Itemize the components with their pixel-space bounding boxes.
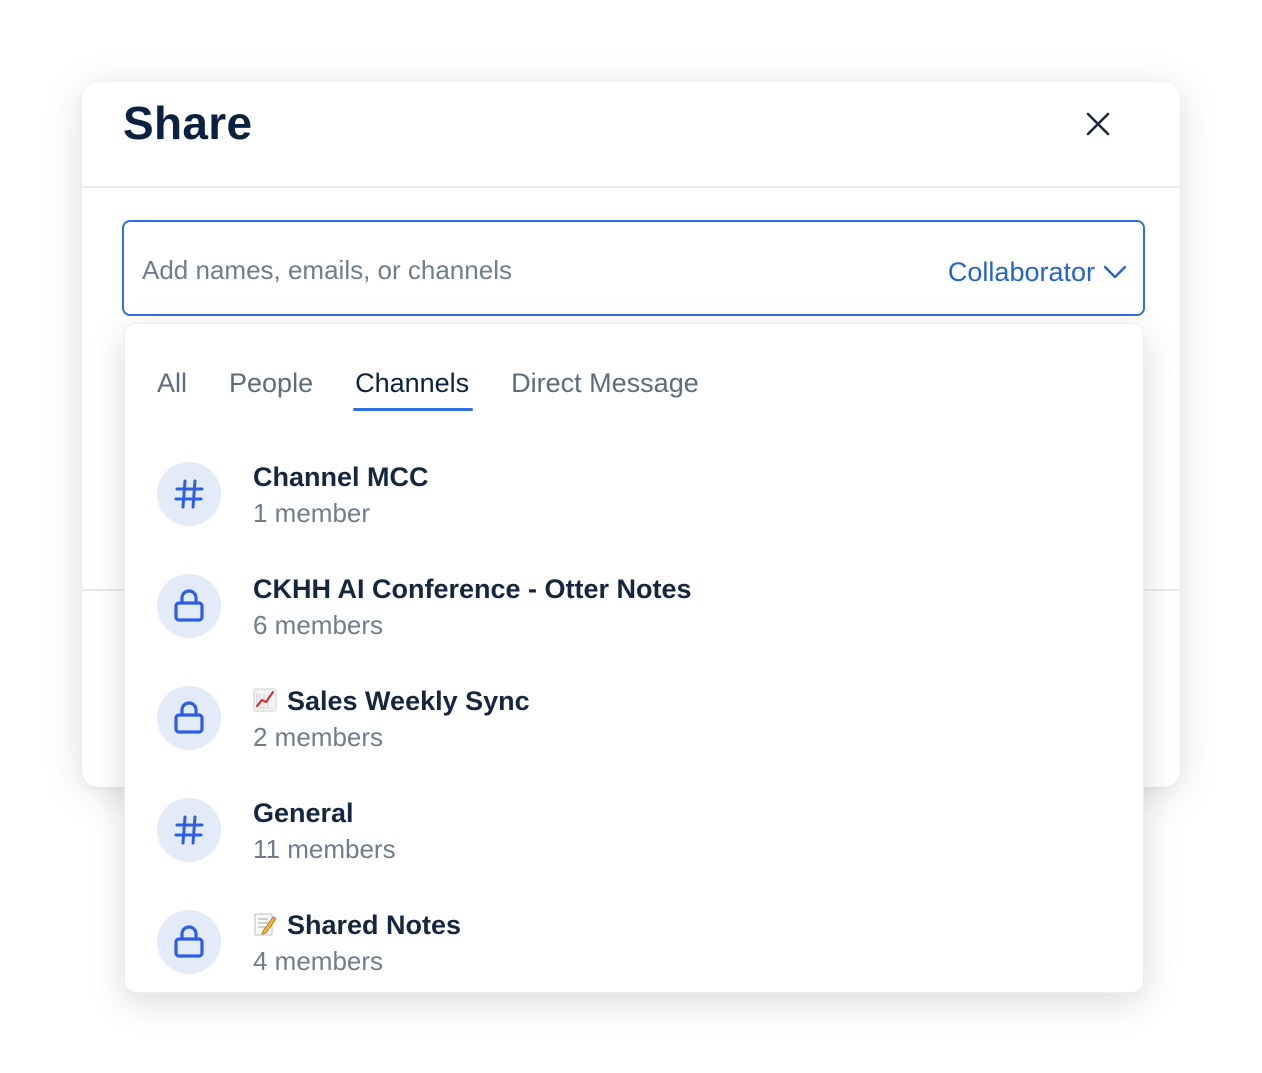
tab-all[interactable]: All	[157, 368, 187, 411]
chevron-down-icon	[1103, 265, 1127, 279]
channel-item-sales-weekly-sync[interactable]: Sales Weekly Sync 2 members	[125, 668, 1143, 780]
channel-name: Channel MCC	[253, 462, 429, 492]
channel-item-shared-notes[interactable]: Shared Notes 4 members	[125, 892, 1143, 992]
channel-name-text: Shared Notes	[287, 910, 462, 940]
share-input-box[interactable]: Collaborator	[122, 220, 1145, 316]
channel-item-ckhh-ai-conference[interactable]: CKHH AI Conference - Otter Notes 6 membe…	[125, 556, 1143, 668]
tab-direct-message[interactable]: Direct Message	[511, 368, 699, 411]
lock-icon	[174, 925, 204, 958]
channel-name: Sales Weekly Sync	[253, 686, 530, 717]
channel-name: CKHH AI Conference - Otter Notes	[253, 574, 692, 604]
hash-icon	[174, 479, 204, 509]
channel-list: Channel MCC 1 member CKHH AI Conference …	[125, 444, 1143, 992]
lock-icon	[174, 701, 204, 734]
role-label: Collaborator	[947, 256, 1095, 287]
channel-member-count: 2 members	[253, 722, 384, 752]
tab-channels[interactable]: Channels	[353, 368, 474, 411]
channel-item-general[interactable]: General 11 members	[125, 780, 1143, 892]
tab-people[interactable]: People	[229, 368, 313, 411]
channel-avatar	[157, 686, 221, 750]
close-icon[interactable]	[1085, 111, 1111, 137]
channel-member-count: 1 member	[253, 498, 371, 528]
channel-avatar	[157, 910, 221, 974]
header-divider	[82, 186, 1180, 188]
channel-member-count: 6 members	[253, 610, 384, 640]
dialog-title: Share	[123, 97, 253, 149]
channel-name: General	[253, 798, 354, 828]
lock-icon	[174, 589, 204, 622]
channel-avatar	[157, 798, 221, 862]
channel-name-text: Sales Weekly Sync	[287, 686, 530, 716]
channel-avatar	[157, 462, 221, 526]
role-dropdown[interactable]: Collaborator	[948, 252, 1127, 292]
channel-name: Shared Notes	[253, 910, 461, 941]
memo-icon	[254, 913, 277, 936]
chart-increasing-icon	[253, 688, 277, 712]
close-button[interactable]	[1078, 104, 1118, 144]
share-suggestions-dropdown: All People Channels Direct Message Chann…	[124, 323, 1144, 993]
channel-member-count: 11 members	[253, 834, 396, 864]
channel-avatar	[157, 574, 221, 638]
add-people-input[interactable]	[140, 244, 904, 296]
suggestion-tabs: All People Channels Direct Message	[157, 368, 699, 411]
hash-icon	[174, 815, 204, 845]
channel-member-count: 4 members	[253, 946, 384, 976]
channel-item-channel-mcc[interactable]: Channel MCC 1 member	[125, 444, 1143, 556]
